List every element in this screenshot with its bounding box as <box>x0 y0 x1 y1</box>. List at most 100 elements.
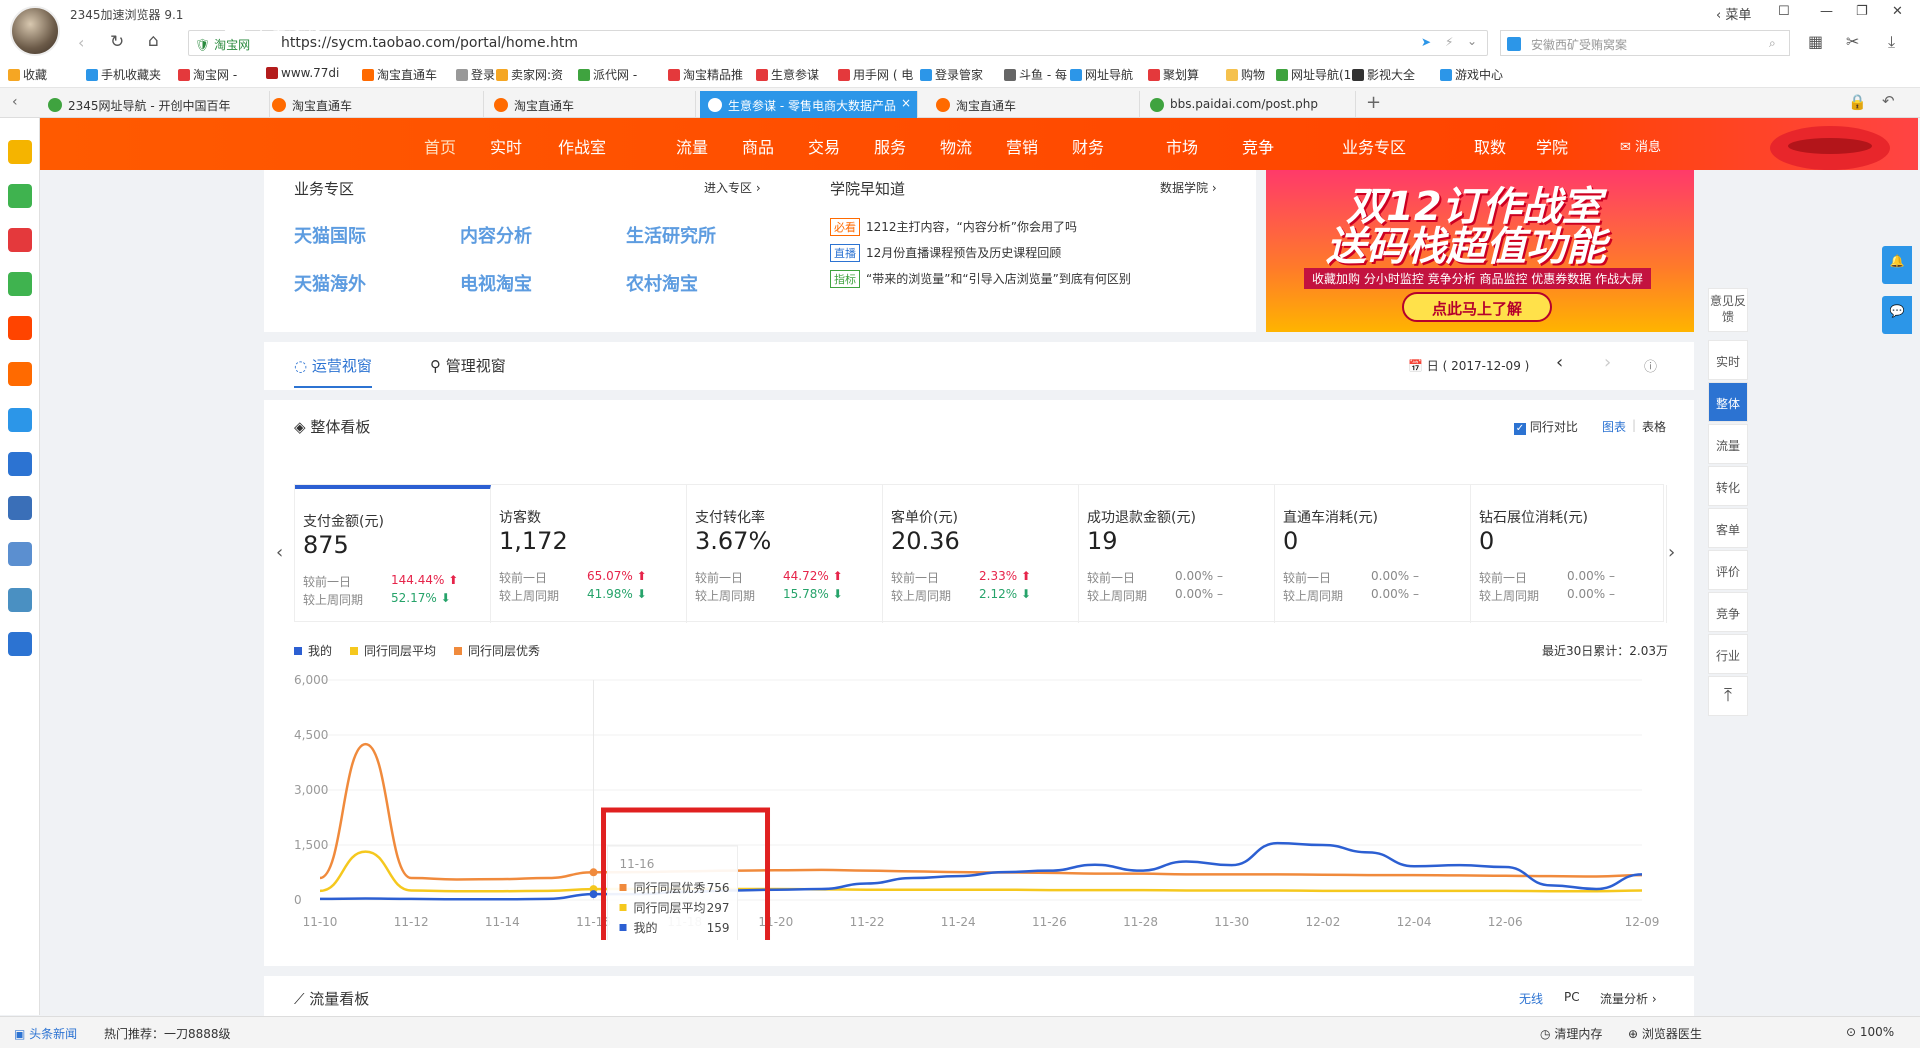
nav-item-10[interactable]: 市场 <box>1166 134 1198 158</box>
home-icon[interactable]: ⌂ <box>148 31 159 51</box>
bookmark-item[interactable]: 派代网 - <box>578 66 637 83</box>
metrics-prev-icon[interactable]: ‹ <box>276 542 283 563</box>
undo-icon[interactable]: ↶ <box>1882 92 1895 110</box>
bookmark-item[interactable]: 收藏 <box>8 66 47 83</box>
desktop-icon[interactable] <box>8 632 32 656</box>
pc-tab[interactable]: PC <box>1564 990 1580 1004</box>
skin-icon[interactable]: ☐ <box>1778 4 1790 19</box>
tab-4[interactable]: 生意参谋 - 零售电商大数据产品 × <box>700 91 918 118</box>
tab-mgmt-view[interactable]: ⚲ 管理视窗 <box>430 355 506 376</box>
clock-icon[interactable] <box>8 184 32 208</box>
nav-item-5[interactable]: 交易 <box>808 134 840 158</box>
bookmark-item[interactable]: 网址导航(1 <box>1276 66 1351 83</box>
bookmark-item[interactable]: 影视大全 <box>1352 66 1415 83</box>
bookmark-item[interactable]: 淘宝直通车 <box>362 66 437 83</box>
chevron-down-icon[interactable]: ⌄ <box>1467 34 1477 48</box>
bookmark-item[interactable]: www.77di <box>266 66 339 80</box>
bookmark-item[interactable]: 购物 <box>1226 66 1265 83</box>
calculator-icon[interactable] <box>8 542 32 566</box>
news-icon[interactable] <box>8 228 32 252</box>
academy-more-link[interactable]: 数据学院 › <box>1160 179 1217 196</box>
close-icon[interactable]: ✕ <box>1892 4 1903 19</box>
enter-zone-link[interactable]: 进入专区 › <box>704 179 761 196</box>
tab-1[interactable]: 2345网址导航 - 开创中国百年 <box>40 91 270 118</box>
bookmark-item[interactable]: 卖家网:资 <box>496 66 563 83</box>
nav-item-8[interactable]: 营销 <box>1006 134 1038 158</box>
tab-scroll-left-icon[interactable]: ‹ <box>12 94 18 110</box>
minimize-icon[interactable]: — <box>1820 4 1833 19</box>
metric-card[interactable]: 访客数 1,172 较前一日 较上周同期 65.07% ⬆ 41.98% ⬇ <box>491 485 687 623</box>
logo-text[interactable]: 生意参谋 <box>252 14 324 40</box>
menu-button[interactable]: ‹ 菜单 <box>1716 4 1751 23</box>
link-life-research[interactable]: 生活研究所 <box>626 222 716 248</box>
nav-item-4[interactable]: 商品 <box>742 134 774 158</box>
info-icon[interactable]: ⓘ <box>1644 356 1657 375</box>
banner-cta-button[interactable]: 点此马上了解 <box>1402 292 1552 322</box>
bookmark-item[interactable]: 淘宝精品推 <box>668 66 743 83</box>
chart-view-tab[interactable]: 图表 <box>1602 418 1626 435</box>
tab-ops-view[interactable]: ◌ 运营视窗 <box>294 355 372 388</box>
rocket-icon[interactable]: ➤ <box>1421 35 1431 49</box>
quick-nav-3[interactable]: 流量 <box>1708 424 1748 464</box>
nav-item-2[interactable]: 作战室 <box>558 134 606 158</box>
messages-button[interactable]: ✉ 消息 <box>1620 136 1661 155</box>
bookmark-item[interactable]: 登录 <box>456 66 495 83</box>
metrics-next-icon[interactable]: › <box>1668 542 1675 563</box>
lightning-icon[interactable]: ⚡ <box>1445 35 1453 49</box>
bookmark-item[interactable]: 斗鱼 - 每 <box>1004 66 1067 83</box>
prev-date-icon[interactable]: ‹ <box>1556 352 1563 373</box>
pc-icon[interactable] <box>8 496 32 520</box>
metric-card[interactable]: 支付转化率 3.67% 较前一日 较上周同期 44.72% ⬆ 15.78% ⬇ <box>687 485 883 623</box>
bookmark-item[interactable]: 游戏中心 <box>1440 66 1503 83</box>
metric-card[interactable]: 钻石展位消耗(元) 0 较前一日 较上周同期 0.00% –0.00% – <box>1471 485 1667 623</box>
lock-icon[interactable]: 🔒 <box>1848 93 1867 111</box>
bell-icon[interactable]: 🔔 <box>1882 246 1912 284</box>
metric-card[interactable]: 成功退款金额(元) 19 较前一日 较上周同期 0.00% –0.00% – <box>1079 485 1275 623</box>
promo-banner[interactable]: 双12订作战室 送码栈超值功能 收藏加购 分小时监控 竞争分析 商品监控 优惠券… <box>1266 170 1694 332</box>
download-icon[interactable]: ⤓ <box>1888 32 1895 52</box>
link-tmall-global[interactable]: 天猫国际 <box>294 222 366 248</box>
zoom-level[interactable]: ⊙ 100% <box>1846 1025 1894 1039</box>
news-link[interactable]: ▣ 头条新闻 <box>14 1025 77 1042</box>
nav-item-1[interactable]: 实时 <box>490 134 522 158</box>
quick-nav-0[interactable]: 意见反馈 <box>1708 288 1748 332</box>
chat-icon[interactable] <box>8 272 32 296</box>
legend-item[interactable]: 我的 <box>294 644 332 658</box>
nav-item-3[interactable]: 流量 <box>676 134 708 158</box>
date-picker[interactable]: 📅 日 ( 2017-12-09 ) <box>1408 357 1529 374</box>
nav-item-14[interactable]: 学院 <box>1536 134 1568 158</box>
back-to-top-icon[interactable]: ⤒ <box>1708 676 1748 716</box>
quick-nav-7[interactable]: 竞争 <box>1708 592 1748 632</box>
taobao-icon[interactable] <box>8 316 32 340</box>
legend-item[interactable]: 同行同层优秀 <box>454 644 540 658</box>
apps-icon[interactable]: ▦ <box>1808 32 1823 51</box>
clean-memory-button[interactable]: ◷ 清理内存 <box>1540 1025 1602 1042</box>
close-tab-icon[interactable]: × <box>901 96 911 110</box>
link-tv-taobao[interactable]: 电视淘宝 <box>460 270 532 296</box>
bookmark-item[interactable]: 生意参谋 <box>756 66 819 83</box>
bookmark-item[interactable]: 用手网 ( 电 <box>838 66 913 83</box>
link-rural-taobao[interactable]: 农村淘宝 <box>626 270 698 296</box>
quick-nav-2[interactable]: 整体 <box>1708 382 1748 422</box>
nav-item-9[interactable]: 财务 <box>1072 134 1104 158</box>
restore-icon[interactable]: ❐ <box>1856 4 1868 19</box>
bookmark-item[interactable]: 手机收藏夹 <box>86 66 161 83</box>
search-icon[interactable]: ⌕ <box>1769 36 1776 51</box>
refresh-icon[interactable]: ↻ <box>110 32 124 52</box>
star-icon[interactable] <box>8 140 32 164</box>
nav-item-7[interactable]: 物流 <box>940 134 972 158</box>
quick-nav-5[interactable]: 客单 <box>1708 508 1748 548</box>
scissors-icon[interactable]: ✂ <box>1846 32 1859 51</box>
gamepad-icon[interactable] <box>8 408 32 432</box>
user-avatar[interactable] <box>10 6 60 56</box>
browser-doctor-button[interactable]: ⊕ 浏览器医生 <box>1628 1025 1702 1042</box>
next-date-icon[interactable]: › <box>1604 352 1611 373</box>
quick-nav-1[interactable]: 实时 <box>1708 340 1748 380</box>
new-tab-icon[interactable]: + <box>1366 92 1381 113</box>
nav-item-13[interactable]: 取数 <box>1474 134 1506 158</box>
flow-analysis-link[interactable]: 流量分析 › <box>1600 990 1657 1007</box>
notebook-icon[interactable] <box>8 588 32 612</box>
quick-nav-8[interactable]: 行业 <box>1708 634 1748 674</box>
url-field[interactable]: 🛡 淘宝网 https://sycm.taobao.com/portal/hom… <box>188 30 1488 56</box>
tab-6[interactable]: bbs.paidai.com/post.php <box>1142 91 1356 118</box>
